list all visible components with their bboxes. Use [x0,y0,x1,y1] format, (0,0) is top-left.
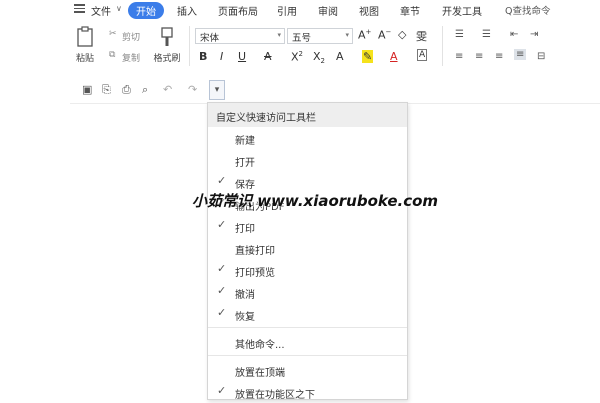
indent-icon[interactable]: ⇥ [530,29,538,40]
export-pdf-icon[interactable]: ⎘ [102,83,111,97]
menu-item-direct-print[interactable]: 直接打印 [208,237,407,259]
align-left-icon[interactable]: ≡ [455,51,463,62]
menu-item-open[interactable]: 打开 [208,149,407,171]
tab-insert[interactable]: 插入 [177,3,197,18]
redo-icon[interactable]: ↷ [188,83,197,96]
file-dropdown-icon[interactable]: ∨ [116,4,122,13]
chevron-down-icon: ▾ [214,85,220,95]
ribbon-divider [442,26,443,66]
menu-item-label: 新建 [235,136,255,147]
superscript-icon[interactable]: X2 [291,50,303,64]
menu-item-undo[interactable]: ✓ 撤消 [208,281,407,303]
menu-item-label: 放置在功能区之下 [235,390,315,401]
menu-item-label: 打印 [235,224,255,235]
hamburger-icon[interactable] [74,4,85,13]
menu-item-label: 放置在顶端 [235,368,285,379]
undo-icon[interactable]: ↶ [163,83,172,96]
subscript-icon[interactable]: X2 [313,50,325,65]
menu-item-print-preview[interactable]: ✓ 打印预览 [208,259,407,281]
customize-quick-access-menu: 自定义快速访问工具栏 新建 打开 ✓ 保存 ✓ 输出为PDF ✓ 打印 直接打印… [207,102,408,401]
bold-icon[interactable]: B [199,50,207,63]
underline-icon[interactable]: U [238,50,246,63]
checkmark-icon: ✓ [217,174,227,187]
scissors-icon[interactable]: ✂ [109,29,117,39]
tab-chapter[interactable]: 章节 [400,3,420,18]
grow-font-icon[interactable]: A+ [358,28,371,42]
menu-item-label: 撤消 [235,290,255,301]
copy-icon[interactable]: ⧉ [109,50,115,60]
ribbon-divider [189,26,190,66]
font-color-icon[interactable]: A [390,50,398,63]
checkmark-icon: ✓ [217,306,227,319]
menu-file[interactable]: 文件 [91,3,111,18]
paste-label: 粘贴 [75,54,94,64]
char-border-icon[interactable]: A [417,49,428,61]
menu-item-new[interactable]: 新建 [208,127,407,149]
brush-icon [161,27,173,46]
shrink-font-icon[interactable]: A− [378,28,391,42]
menu-bar: 文件 ∨ 开始 插入 页面布局 引用 审阅 视图 章节 开发工具 Q查找命令 [0,0,600,20]
tab-view[interactable]: 视图 [359,3,379,18]
format-painter-label: 格式刷 [153,54,181,64]
font-size-value: 五号 [292,33,312,44]
customize-toolbar-button[interactable]: ▾ [209,80,225,100]
strikethrough-icon[interactable]: A [264,50,272,63]
copy-button[interactable]: 复制 [122,51,140,64]
outdent-icon[interactable]: ⇤ [510,29,518,40]
checkmark-icon: ✓ [217,384,227,397]
highlight-icon[interactable]: ✎ [362,50,374,63]
menu-item-label: 打印预览 [235,268,275,279]
chevron-down-icon: ▾ [277,31,281,39]
menu-item-label: 直接打印 [235,246,275,257]
font-size-select[interactable]: 五号 ▾ [287,28,353,44]
phonetic-icon[interactable]: 雯 [416,28,427,44]
clipboard-icon [77,26,93,47]
tab-review[interactable]: 审阅 [318,3,338,18]
bullet-list-icon[interactable]: ☰ [455,29,464,40]
paste-button[interactable]: 粘贴 [72,26,98,64]
checkmark-icon: ✓ [217,218,227,231]
menu-divider [208,327,407,328]
menu-item-place-top[interactable]: 放置在顶端 [208,359,407,381]
menu-item-label: 打开 [235,158,255,169]
save-icon[interactable]: ▣ [82,83,92,96]
menu-item-label: 保存 [235,180,255,191]
menu-item-more-commands[interactable]: 其他命令... [208,331,407,353]
align-center-icon[interactable]: ≡ [475,51,483,62]
menu-item-label: 恢复 [235,312,255,323]
tab-references[interactable]: 引用 [277,3,297,18]
justify-icon[interactable]: ≡ [514,49,527,60]
menu-divider [208,355,407,356]
search-command[interactable]: Q查找命令 [505,3,550,17]
tab-developer[interactable]: 开发工具 [442,3,482,18]
menu-item-redo[interactable]: ✓ 恢复 [208,303,407,325]
format-painter-button[interactable]: 格式刷 [150,26,184,64]
distribute-icon[interactable]: ⊟ [537,51,545,62]
menu-item-label: 其他命令... [235,340,285,351]
watermark: 小茹常识 www.xiaoruboke.com [192,192,439,210]
font-name-select[interactable]: 宋体 ▾ [195,28,285,44]
tab-start[interactable]: 开始 [128,2,164,19]
italic-icon[interactable]: I [220,50,223,63]
numbered-list-icon[interactable]: ☰ [482,29,491,40]
font-name-value: 宋体 [200,33,220,44]
chevron-down-icon: ▾ [345,31,349,39]
cut-button[interactable]: 剪切 [122,30,140,43]
print-preview-icon[interactable]: ⌕ [142,83,148,97]
checkmark-icon: ✓ [217,284,227,297]
align-right-icon[interactable]: ≡ [495,51,503,62]
clear-format-icon[interactable]: ◇ [398,28,406,41]
quick-access-toolbar: ▣ ⎘ ⎙ ⌕ ↶ ↷ ▾ [70,80,550,102]
ribbon: 粘贴 ✂ 剪切 ⧉ 复制 格式刷 宋体 ▾ 五号 ▾ A+ A− ◇ 雯 B I… [0,20,600,70]
tab-page-layout[interactable]: 页面布局 [218,3,258,18]
menu-header: 自定义快速访问工具栏 [208,103,407,127]
print-icon[interactable]: ⎙ [122,83,131,97]
checkmark-icon: ✓ [217,262,227,275]
menu-item-print[interactable]: ✓ 打印 [208,215,407,237]
text-effect-icon[interactable]: A [336,50,344,63]
